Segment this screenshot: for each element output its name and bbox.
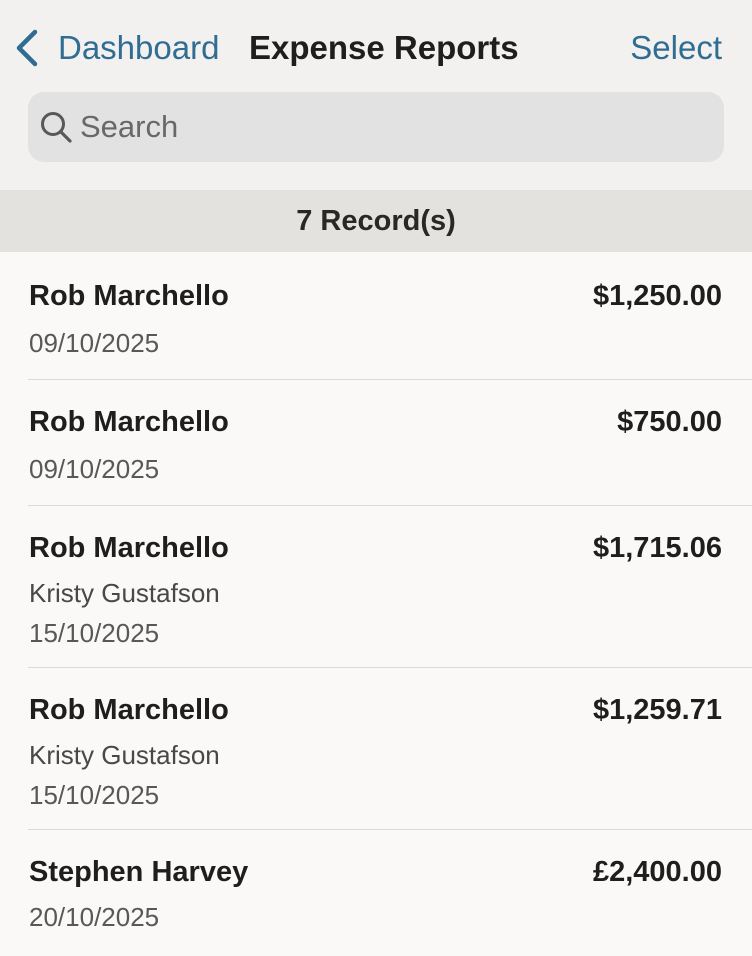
select-button[interactable]: Select xyxy=(630,28,722,68)
search-icon xyxy=(41,112,72,143)
page-title: Expense Reports xyxy=(249,29,519,66)
report-date: 15/10/2025 xyxy=(29,618,160,648)
top-bar: Dashboard Expense Reports Select xyxy=(0,0,752,190)
list-item[interactable]: Stephen Harvey £2,400.00 20/10/2025 xyxy=(0,830,752,956)
report-amount: $750.00 xyxy=(617,406,722,438)
back-button-label: Dashboard xyxy=(58,29,220,66)
report-amount: $1,715.06 xyxy=(592,532,722,564)
employee-name: Stephen Harvey xyxy=(29,856,249,888)
list-item[interactable]: Rob Marchello $1,250.00 09/10/2025 xyxy=(0,252,752,380)
employee-name: Rob Marchello xyxy=(29,694,229,726)
report-date: 09/10/2025 xyxy=(29,454,160,484)
employee-name: Rob Marchello xyxy=(29,532,229,564)
employee-name: Rob Marchello xyxy=(29,280,229,312)
report-amount: $1,250.00 xyxy=(592,280,722,312)
report-date: 20/10/2025 xyxy=(29,902,160,932)
chevron-left-icon xyxy=(16,29,38,67)
expense-report-list: Rob Marchello $1,250.00 09/10/2025 Rob M… xyxy=(0,252,752,956)
search-input[interactable] xyxy=(80,109,680,145)
list-item[interactable]: Rob Marchello $1,715.06 Kristy Gustafson… xyxy=(0,506,752,668)
approver-name: Kristy Gustafson xyxy=(29,740,220,770)
records-count-bar: 7 Record(s) xyxy=(0,190,752,252)
list-item[interactable]: Rob Marchello $750.00 09/10/2025 xyxy=(0,380,752,506)
employee-name: Rob Marchello xyxy=(29,406,229,438)
approver-name: Kristy Gustafson xyxy=(29,578,220,608)
records-count: 7 Record(s) xyxy=(296,204,456,237)
back-button[interactable]: Dashboard xyxy=(14,26,219,70)
report-amount: $1,259.71 xyxy=(592,694,722,726)
search-bar[interactable] xyxy=(28,92,724,162)
report-date: 15/10/2025 xyxy=(29,780,160,810)
report-amount: £2,400.00 xyxy=(592,856,722,888)
list-item[interactable]: Rob Marchello $1,259.71 Kristy Gustafson… xyxy=(0,668,752,830)
report-date: 09/10/2025 xyxy=(29,328,160,358)
